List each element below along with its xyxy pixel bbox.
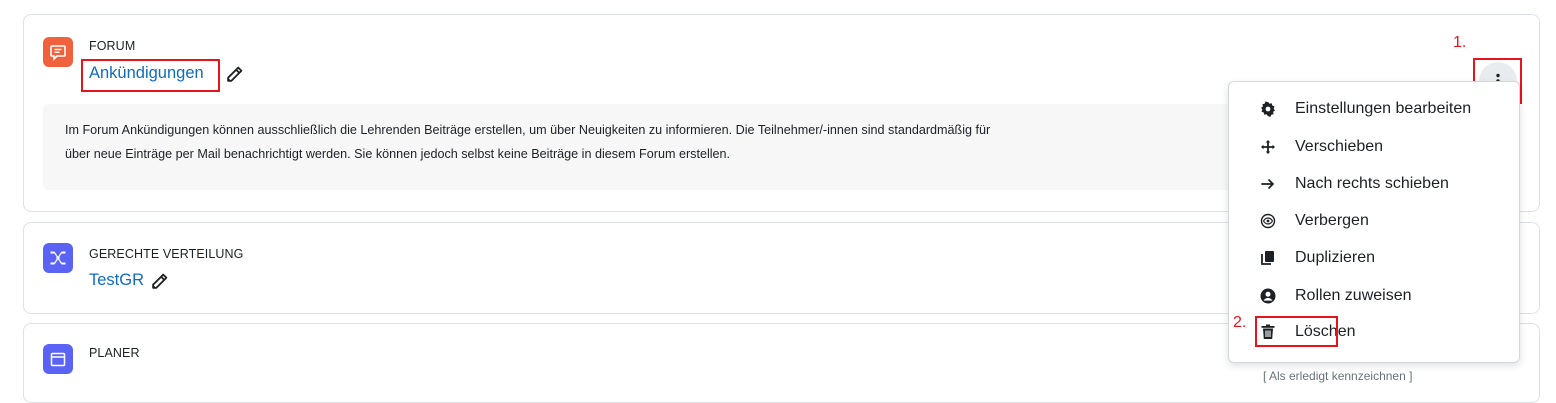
highlight-box-loeschen <box>1255 316 1338 347</box>
menu-item-rollen[interactable]: Rollen zuweisen <box>1229 278 1519 314</box>
step-label-2: 2. <box>1233 314 1247 331</box>
forum-speech-bubble-icon <box>43 37 73 67</box>
gear-icon <box>1259 100 1277 118</box>
menu-item-einstellungen[interactable]: Einstellungen bearbeiten <box>1229 91 1519 127</box>
eye-icon <box>1259 212 1277 230</box>
step-label-1: 1. <box>1453 34 1467 51</box>
pencil-icon[interactable] <box>226 66 243 83</box>
menu-item-nach-rechts[interactable]: Nach rechts schieben <box>1229 166 1519 202</box>
activity-title-link[interactable]: TestGR <box>89 271 144 290</box>
arrow-right-icon <box>1259 175 1277 193</box>
activity-type-label: FORUM <box>89 39 136 53</box>
mark-done-button[interactable]: [ Als erledigt kennzeichnen ] <box>1263 369 1412 383</box>
activity-type-label: GERECHTE VERTEILUNG <box>89 247 244 261</box>
planner-calendar-icon <box>43 344 73 374</box>
menu-item-label: Rollen zuweisen <box>1295 287 1412 304</box>
distribution-network-icon <box>43 243 73 273</box>
menu-item-label: Duplizieren <box>1295 249 1376 266</box>
menu-item-verbergen[interactable]: Verbergen <box>1229 203 1519 239</box>
user-circle-icon <box>1259 287 1277 305</box>
activity-type-label: PLANER <box>89 346 140 360</box>
highlight-box-title <box>81 59 220 92</box>
move-arrows-icon <box>1259 138 1277 156</box>
menu-item-verschieben[interactable]: Verschieben <box>1229 129 1519 165</box>
menu-item-label: Nach rechts schieben <box>1295 175 1449 192</box>
menu-item-label: Verbergen <box>1295 212 1369 229</box>
menu-item-label: Verschieben <box>1295 138 1384 155</box>
pencil-icon[interactable] <box>151 273 168 290</box>
menu-item-duplizieren[interactable]: Duplizieren <box>1229 240 1519 276</box>
menu-item-label: Einstellungen bearbeiten <box>1295 100 1472 117</box>
copy-icon <box>1259 249 1277 267</box>
